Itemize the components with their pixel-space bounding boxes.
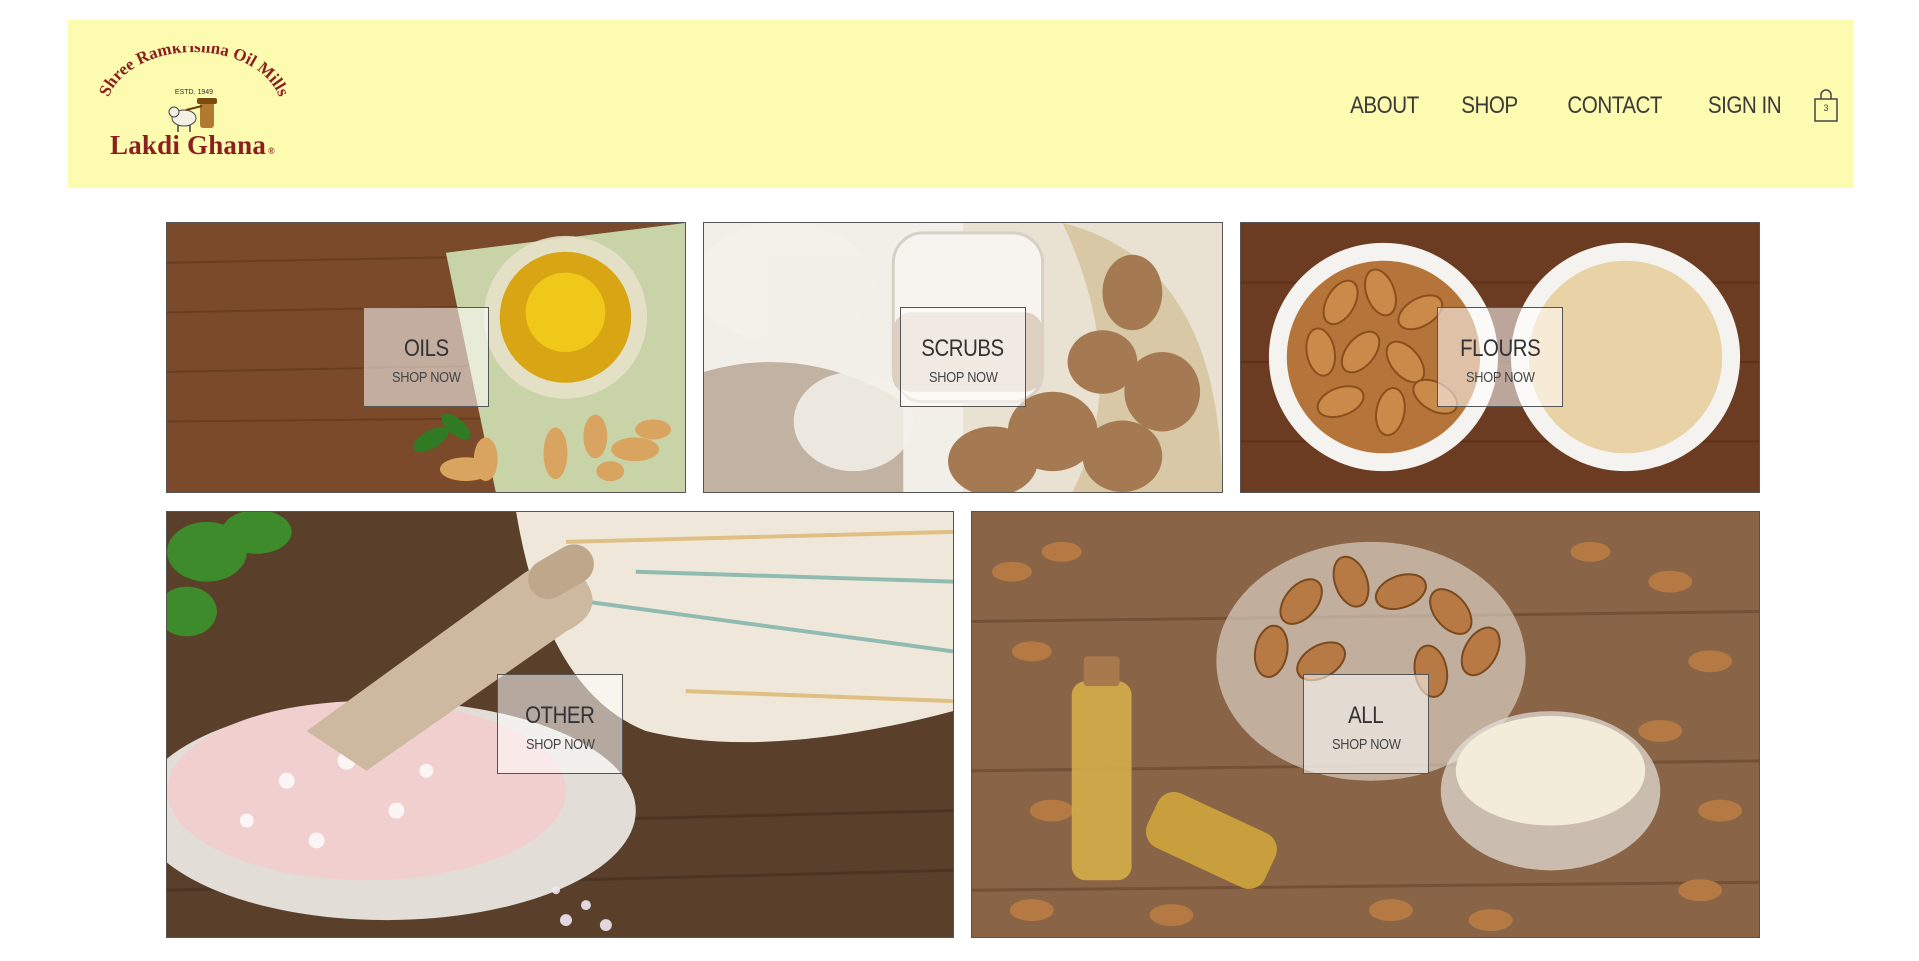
category-title: SCRUBS	[921, 334, 1005, 362]
shop-now-link[interactable]: SHOP NOW	[1332, 736, 1401, 753]
category-title: OTHER	[525, 701, 595, 729]
category-tile-other[interactable]: OTHER SHOP NOW	[166, 511, 954, 938]
logo-emblem-icon: Shree Ramkrishna Oil Mills ESTD. 1949	[95, 46, 293, 132]
shop-now-link[interactable]: SHOP NOW	[392, 369, 461, 386]
category-tile-flours[interactable]: FLOURS SHOP NOW	[1240, 222, 1760, 493]
category-tile-all[interactable]: ALL SHOP NOW	[971, 511, 1760, 938]
category-tile-scrubs[interactable]: SCRUBS SHOP NOW	[703, 222, 1223, 493]
cart-button[interactable]: 3	[1811, 89, 1841, 123]
category-tile-oils[interactable]: OILS SHOP NOW	[166, 222, 686, 493]
shop-now-link[interactable]: SHOP NOW	[526, 736, 595, 753]
page: Shree Ramkrishna Oil Mills ESTD. 1949 La…	[0, 0, 1919, 961]
nav-about[interactable]: ABOUT	[1350, 92, 1419, 120]
nav-sign-in[interactable]: SIGN IN	[1708, 92, 1782, 120]
shop-now-link[interactable]: SHOP NOW	[1466, 369, 1535, 386]
site-header: Shree Ramkrishna Oil Mills ESTD. 1949 La…	[68, 20, 1853, 188]
nav-shop[interactable]: SHOP	[1461, 92, 1518, 120]
brand-name: Lakdi Ghana ®	[110, 130, 275, 160]
cart-count: 3	[1823, 103, 1829, 113]
category-label-oils[interactable]: OILS SHOP NOW	[363, 307, 489, 407]
category-title: FLOURS	[1459, 334, 1541, 362]
nav-contact[interactable]: CONTACT	[1567, 92, 1662, 120]
main-nav: ABOUT SHOP CONTACT SIGN IN 3	[1305, 88, 1841, 124]
svg-text:ESTD. 1949: ESTD. 1949	[175, 89, 213, 96]
category-label-flours[interactable]: FLOURS SHOP NOW	[1437, 307, 1563, 407]
brand-logo[interactable]: Shree Ramkrishna Oil Mills ESTD. 1949 La…	[94, 46, 294, 168]
shop-now-link[interactable]: SHOP NOW	[929, 369, 998, 386]
category-title: OILS	[403, 334, 449, 362]
category-label-scrubs[interactable]: SCRUBS SHOP NOW	[900, 307, 1026, 407]
category-title: ALL	[1348, 701, 1384, 729]
category-label-all[interactable]: ALL SHOP NOW	[1303, 674, 1429, 774]
category-label-other[interactable]: OTHER SHOP NOW	[497, 674, 623, 774]
